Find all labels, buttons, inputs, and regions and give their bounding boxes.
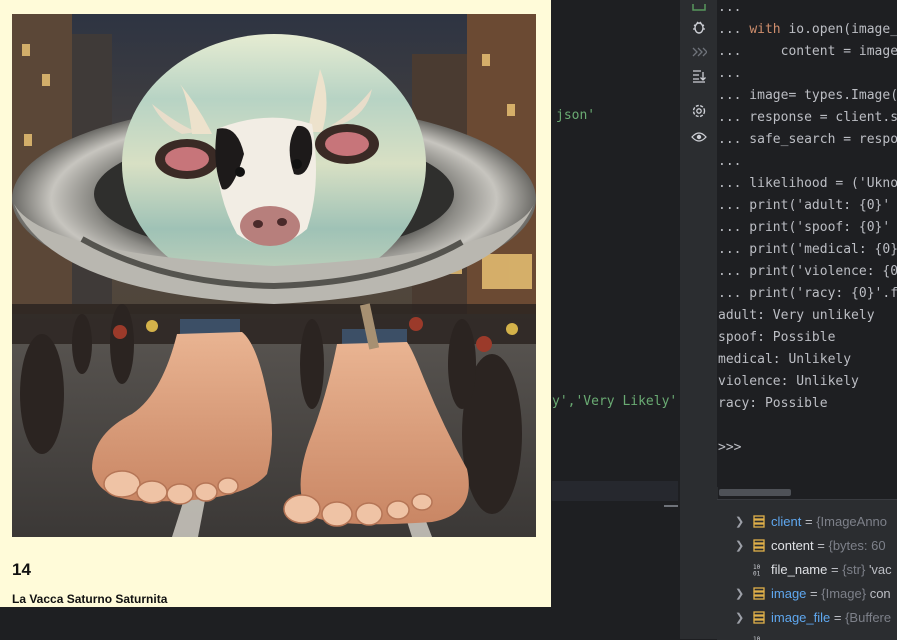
variable-type: {str} xyxy=(842,562,866,577)
current-line-highlight xyxy=(552,481,678,501)
code-fragment-json: json' xyxy=(556,108,596,123)
object-icon xyxy=(753,611,765,627)
view-icon[interactable] xyxy=(689,128,709,146)
variable-type: {Image} xyxy=(821,586,867,601)
console-line: ... image= types.Image( xyxy=(718,88,897,103)
chevron-right-icon[interactable]: ❯ xyxy=(735,539,744,552)
object-icon xyxy=(753,515,765,531)
console-line: ... print('spoof: {0}' xyxy=(718,220,891,235)
console-line: ... response = client.s xyxy=(718,110,897,125)
editor-bottom-strip xyxy=(0,607,551,639)
console-line: ... likelihood = ('Ukno xyxy=(718,176,897,191)
console-line: ... xyxy=(718,66,742,81)
object-icon xyxy=(753,587,765,603)
chevron-right-icon[interactable]: ❯ xyxy=(735,515,744,528)
console-line: ... xyxy=(718,0,742,15)
variable-name: image_file xyxy=(771,610,831,625)
console-line: ... safe_search = respo xyxy=(718,132,897,147)
variable-name: image xyxy=(771,586,807,601)
console-line: ... print('racy: {0}'.f xyxy=(718,286,897,301)
rerun-icon[interactable] xyxy=(689,43,709,61)
console-output-line: medical: Unlikely xyxy=(718,352,852,367)
settings-icon[interactable] xyxy=(689,102,709,120)
variables-panel: ❯ client = {ImageAnno ❯ content = {bytes… xyxy=(717,499,897,640)
scroll-to-end-icon[interactable] xyxy=(689,67,709,85)
variable-row[interactable]: ❯ image = {Image} con xyxy=(717,582,897,606)
variable-name: file_name xyxy=(771,562,828,577)
python-console-icon[interactable] xyxy=(689,0,709,18)
console-output-line: adult: Very unlikely xyxy=(718,308,875,323)
chevron-right-icon[interactable]: ❯ xyxy=(735,587,744,600)
variable-name: content xyxy=(771,538,814,553)
variable-type: {ImageAnno xyxy=(816,514,888,529)
svg-text:10: 10 xyxy=(753,636,761,640)
console-toolstrip xyxy=(679,0,718,639)
string-icon: 10 01 xyxy=(753,563,765,579)
saturn-cow-illustration xyxy=(12,14,536,537)
chevron-right-icon[interactable]: ❯ xyxy=(735,611,744,624)
object-icon xyxy=(753,539,765,555)
card-title: La Vacca Saturno Saturnita xyxy=(12,592,168,606)
variable-type: {Buffere xyxy=(845,610,892,625)
image-card: 14 La Vacca Saturno Saturnita xyxy=(0,0,551,607)
console-horizontal-scrollbar[interactable] xyxy=(719,489,791,496)
svg-text:01: 01 xyxy=(753,571,761,577)
console-prompt[interactable]: >>> xyxy=(718,437,741,459)
variable-row[interactable]: ❯ content = {bytes: 60 xyxy=(717,534,897,558)
console-line: ... print('violence: {0 xyxy=(718,264,897,279)
card-number: 14 xyxy=(12,560,31,579)
variable-type: {bytes: 60 xyxy=(828,538,886,553)
card-image xyxy=(12,14,536,537)
code-fragment-likelihood: y','Very Likely') xyxy=(552,394,686,409)
variable-value: 'vac xyxy=(868,562,892,577)
variable-row[interactable]: ❯ client = {ImageAnno xyxy=(717,510,897,534)
console-output-line: spoof: Possible xyxy=(718,330,836,345)
variable-value: con xyxy=(869,586,891,601)
python-console[interactable]: ... ... with io.open(image_ ... content … xyxy=(717,0,897,487)
console-line: ... print('medical: {0} xyxy=(718,242,897,257)
gutter-dash xyxy=(664,505,678,507)
string-icon: 10 xyxy=(753,635,765,640)
debug-icon[interactable] xyxy=(689,18,709,36)
console-output-line: violence: Unlikely xyxy=(718,374,859,389)
console-output-line: racy: Possible xyxy=(718,396,828,411)
variable-row[interactable]: ❯ image_file = {Buffere xyxy=(717,606,897,630)
variable-name: client xyxy=(771,514,802,529)
console-line: ... content = image xyxy=(718,44,897,59)
console-line: ... xyxy=(718,154,742,169)
console-line: ... with io.open(image_ xyxy=(718,22,897,37)
variable-row[interactable]: 10 01 file_name = {str} 'vac xyxy=(717,558,897,582)
console-line: ... print('adult: {0}' xyxy=(718,198,891,213)
